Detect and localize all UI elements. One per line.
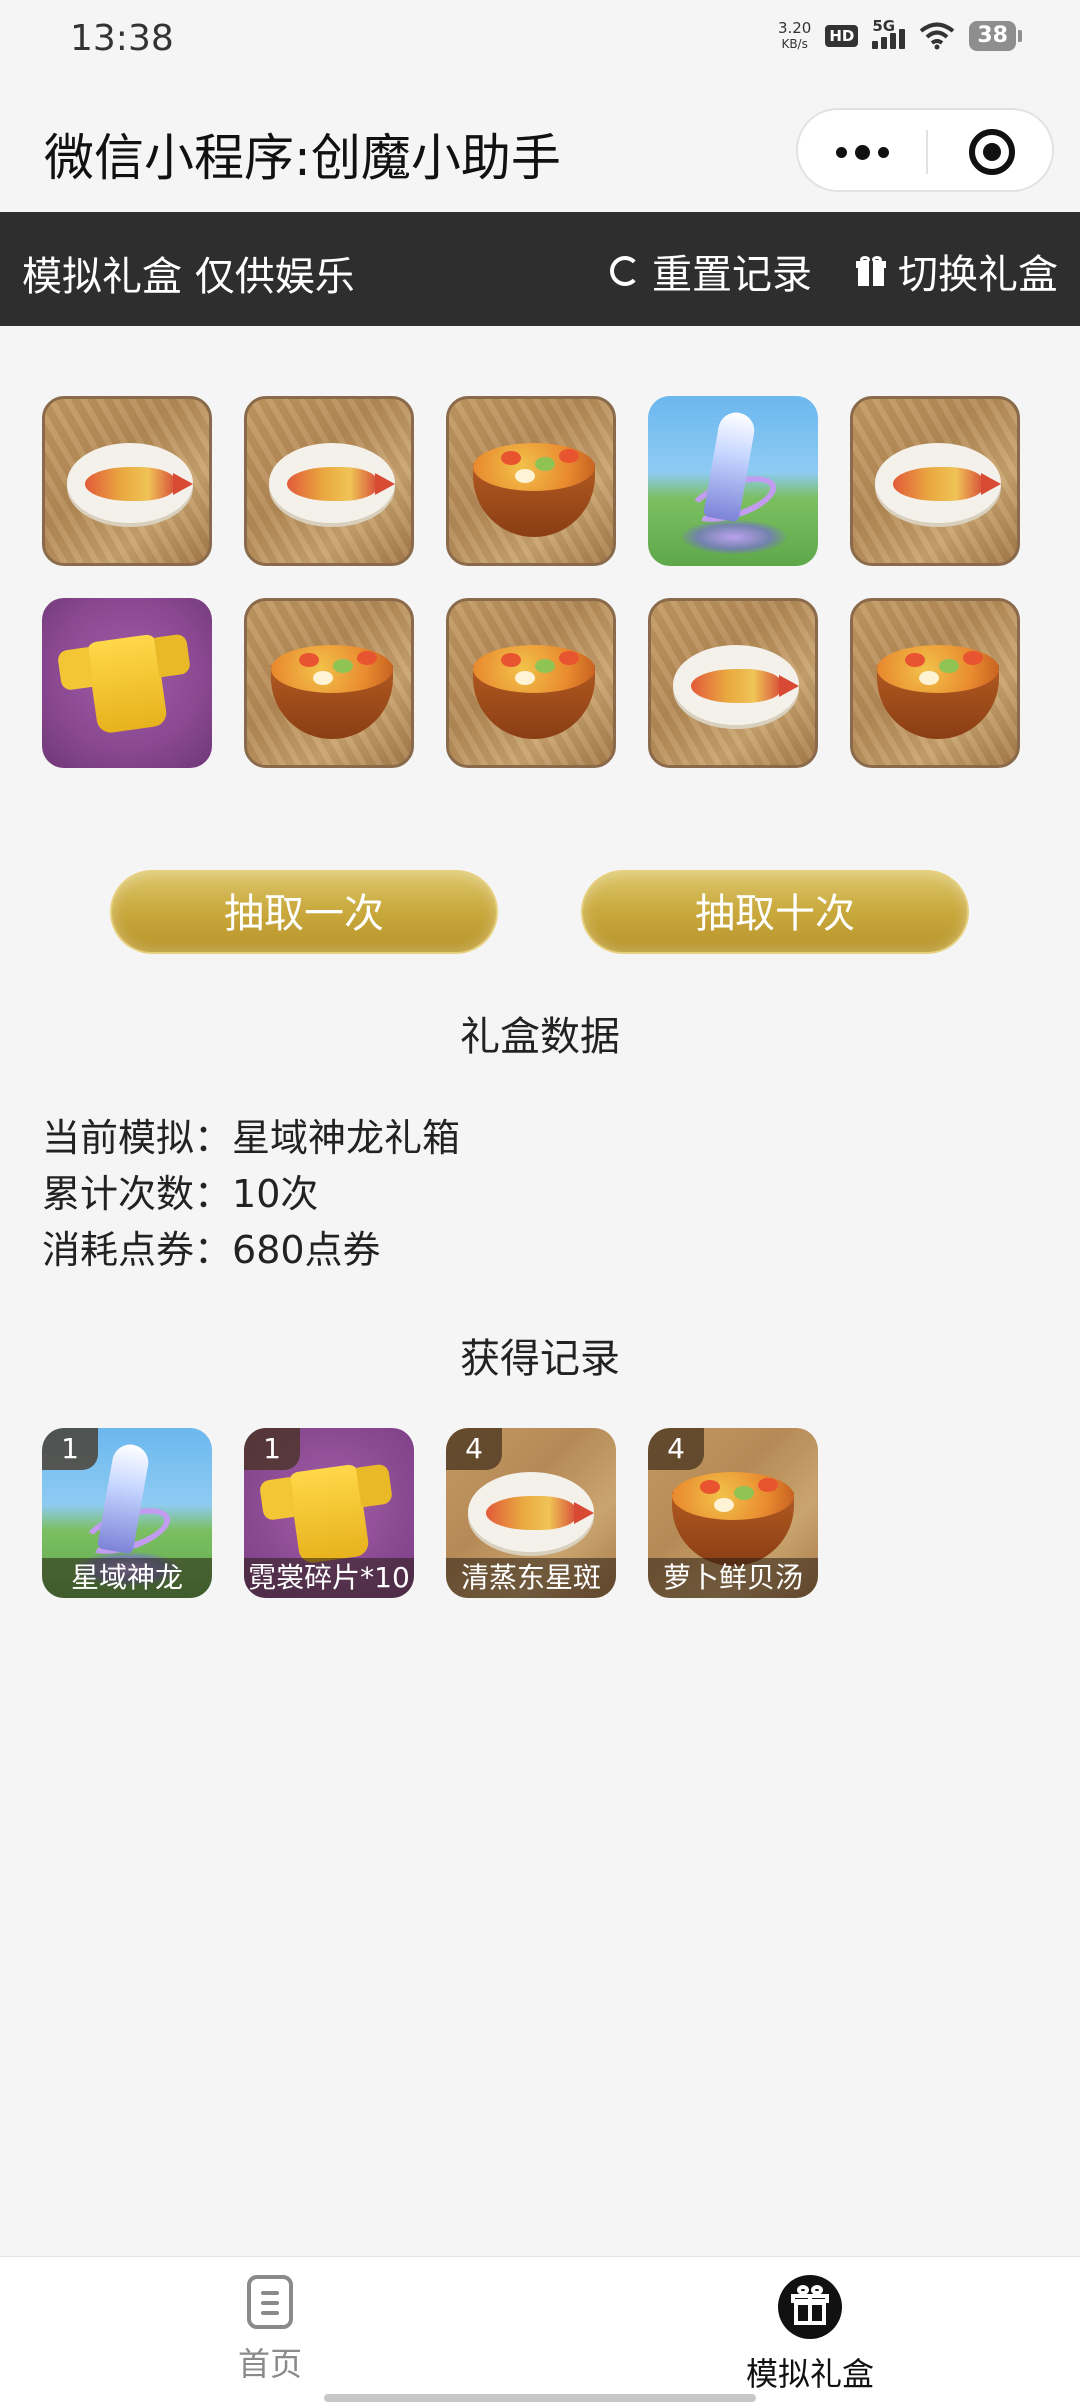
record-name: 清蒸东星斑 xyxy=(446,1558,616,1598)
close-target-icon[interactable] xyxy=(969,129,1015,175)
soup-bowl-item xyxy=(244,598,414,768)
status-time: 13:38 xyxy=(70,18,174,59)
stats-cost-row: 消耗点券：680点券 xyxy=(42,1222,460,1278)
mini-program-title-bar: 微信小程序:创魔小助手 xyxy=(0,82,1080,212)
gift-toolbar: 模拟礼盒 仅供娱乐 重置记录 切换礼盒 xyxy=(0,212,1080,326)
fish-dish-item xyxy=(648,598,818,768)
network-type: 5G xyxy=(872,17,896,35)
capsule-divider xyxy=(926,130,928,174)
document-icon xyxy=(247,2275,293,2329)
wifi-icon xyxy=(920,22,955,50)
fish-dish-item xyxy=(850,396,1020,566)
soup-bowl-item xyxy=(850,598,1020,768)
page-title: 微信小程序:创魔小助手 xyxy=(44,129,561,187)
draw-once-button[interactable]: 抽取一次 xyxy=(110,870,498,954)
hd-icon: HD xyxy=(825,25,859,47)
tab-gift-box[interactable]: 模拟礼盒 xyxy=(710,2275,910,2395)
signal-icon: 5G xyxy=(872,17,906,49)
stats-cost-label: 消耗点券： xyxy=(42,1228,233,1272)
stats-current-row: 当前模拟：星域神龙礼箱 xyxy=(42,1110,460,1166)
tab-home[interactable]: 首页 xyxy=(170,2275,370,2385)
record-count: 4 xyxy=(648,1428,704,1470)
reset-records-button[interactable]: 重置记录 xyxy=(610,242,812,300)
draw-ten-button[interactable]: 抽取十次 xyxy=(581,870,969,954)
shirt-fragment-item xyxy=(42,598,212,768)
soup-bowl-item xyxy=(446,396,616,566)
switch-gift-box-label: 切换礼盒 xyxy=(898,252,1058,298)
toolbar-title: 模拟礼盒 仅供娱乐 xyxy=(22,254,355,300)
bottom-tab-bar: 首页 模拟礼盒 xyxy=(0,2256,1080,2408)
records-list: 1 星域神龙 1 霓裳碎片*10 4 清蒸东星斑 4 萝卜鲜贝汤 xyxy=(42,1428,818,1598)
status-bar: 13:38 3.20 KB/s HD 5G 38 xyxy=(0,0,1080,82)
record-count: 4 xyxy=(446,1428,502,1470)
record-count: 1 xyxy=(42,1428,98,1470)
tab-home-label: 首页 xyxy=(237,2345,302,2383)
stats-current-label: 当前模拟： xyxy=(42,1116,233,1160)
draw-results-row xyxy=(42,396,1042,566)
gift-icon xyxy=(856,256,886,286)
network-speed: 3.20 KB/s xyxy=(778,20,811,52)
network-speed-value: 3.20 xyxy=(777,19,812,37)
draw-results-row xyxy=(42,598,1042,768)
record-item: 4 萝卜鲜贝汤 xyxy=(648,1428,818,1598)
battery-icon: 38 xyxy=(969,21,1022,51)
star-dragon-item xyxy=(648,396,818,566)
records-heading: 获得记录 xyxy=(460,1336,620,1382)
draw-results-grid xyxy=(42,396,1042,800)
record-item: 1 霓裳碎片*10 xyxy=(244,1428,414,1598)
refresh-icon xyxy=(610,256,640,286)
record-name: 萝卜鲜贝汤 xyxy=(648,1558,818,1598)
record-name: 霓裳碎片*10 xyxy=(244,1558,414,1598)
stats-panel: 当前模拟：星域神龙礼箱 累计次数：10次 消耗点券：680点券 xyxy=(42,1110,460,1278)
reset-records-label: 重置记录 xyxy=(652,252,812,298)
stats-count-value: 10次 xyxy=(232,1172,319,1216)
network-speed-unit: KB/s xyxy=(781,37,808,51)
record-item: 4 清蒸东星斑 xyxy=(446,1428,616,1598)
more-dots-icon[interactable] xyxy=(832,132,892,172)
record-count: 1 xyxy=(244,1428,300,1470)
stats-cost-value: 680点券 xyxy=(232,1228,381,1272)
stats-count-row: 累计次数：10次 xyxy=(42,1166,460,1222)
stats-count-label: 累计次数： xyxy=(42,1172,233,1216)
capsule-menu xyxy=(796,108,1054,192)
record-item: 1 星域神龙 xyxy=(42,1428,212,1598)
record-name: 星域神龙 xyxy=(42,1558,212,1598)
tab-gift-box-label: 模拟礼盒 xyxy=(745,2355,874,2393)
gift-icon xyxy=(778,2275,842,2339)
home-indicator[interactable] xyxy=(324,2394,756,2402)
stats-heading: 礼盒数据 xyxy=(460,1014,620,1060)
switch-gift-box-button[interactable]: 切换礼盒 xyxy=(856,242,1058,300)
fish-dish-item xyxy=(42,396,212,566)
status-icons: 3.20 KB/s HD 5G 38 xyxy=(778,17,1022,52)
fish-dish-item xyxy=(244,396,414,566)
soup-bowl-item xyxy=(446,598,616,768)
stats-current-value: 星域神龙礼箱 xyxy=(232,1116,461,1160)
